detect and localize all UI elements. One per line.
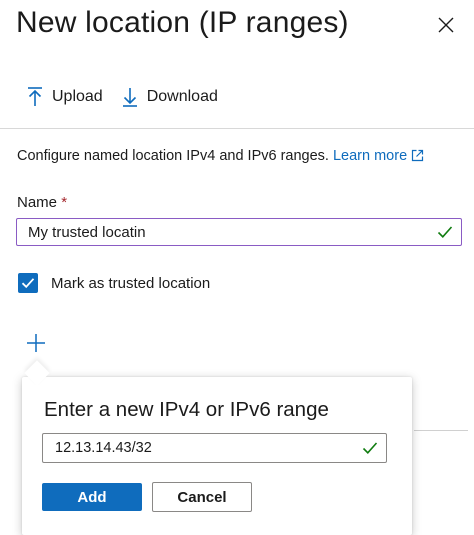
close-button[interactable] <box>434 13 458 37</box>
name-label: Name * <box>17 194 68 211</box>
learn-more-link[interactable]: Learn more <box>333 148 424 164</box>
upload-icon <box>28 87 42 106</box>
checkbox-check-icon <box>21 278 35 289</box>
download-button[interactable]: Download <box>121 86 218 108</box>
download-icon <box>122 88 137 107</box>
new-location-panel: New location (IP ranges) Upload Download… <box>0 0 474 535</box>
upload-button[interactable]: Upload <box>26 86 103 108</box>
callout-title: Enter a new IPv4 or IPv6 range <box>44 398 329 421</box>
ip-range-callout: Enter a new IPv4 or IPv6 range 12.13.14.… <box>22 377 412 535</box>
plus-icon <box>27 334 45 352</box>
cancel-button[interactable]: Cancel <box>152 482 252 512</box>
trusted-location-checkbox[interactable]: Mark as trusted location <box>18 273 210 293</box>
description-text: Configure named location IPv4 and IPv6 r… <box>17 148 329 164</box>
upload-label: Upload <box>52 88 103 105</box>
external-link-icon <box>412 149 424 162</box>
toolbar: Upload Download <box>26 86 236 108</box>
toolbar-divider <box>0 128 474 129</box>
panel-title: New location (IP ranges) <box>16 6 349 39</box>
add-range-button[interactable] <box>24 331 48 355</box>
name-input-value: My trusted locatin <box>28 223 146 241</box>
required-marker: * <box>61 194 68 211</box>
download-label: Download <box>146 88 218 105</box>
ip-range-value: 12.13.14.43/32 <box>55 440 152 456</box>
description: Configure named location IPv4 and IPv6 r… <box>17 148 424 164</box>
close-icon <box>438 17 454 33</box>
background-divider <box>414 430 468 431</box>
trusted-location-label: Mark as trusted location <box>51 274 211 292</box>
add-button[interactable]: Add <box>42 483 142 511</box>
checkmark-icon <box>437 226 453 238</box>
checkmark-icon <box>362 442 378 454</box>
name-input[interactable]: My trusted locatin <box>16 218 462 246</box>
ip-range-input[interactable]: 12.13.14.43/32 <box>42 433 387 463</box>
checkbox-box[interactable] <box>18 273 38 293</box>
